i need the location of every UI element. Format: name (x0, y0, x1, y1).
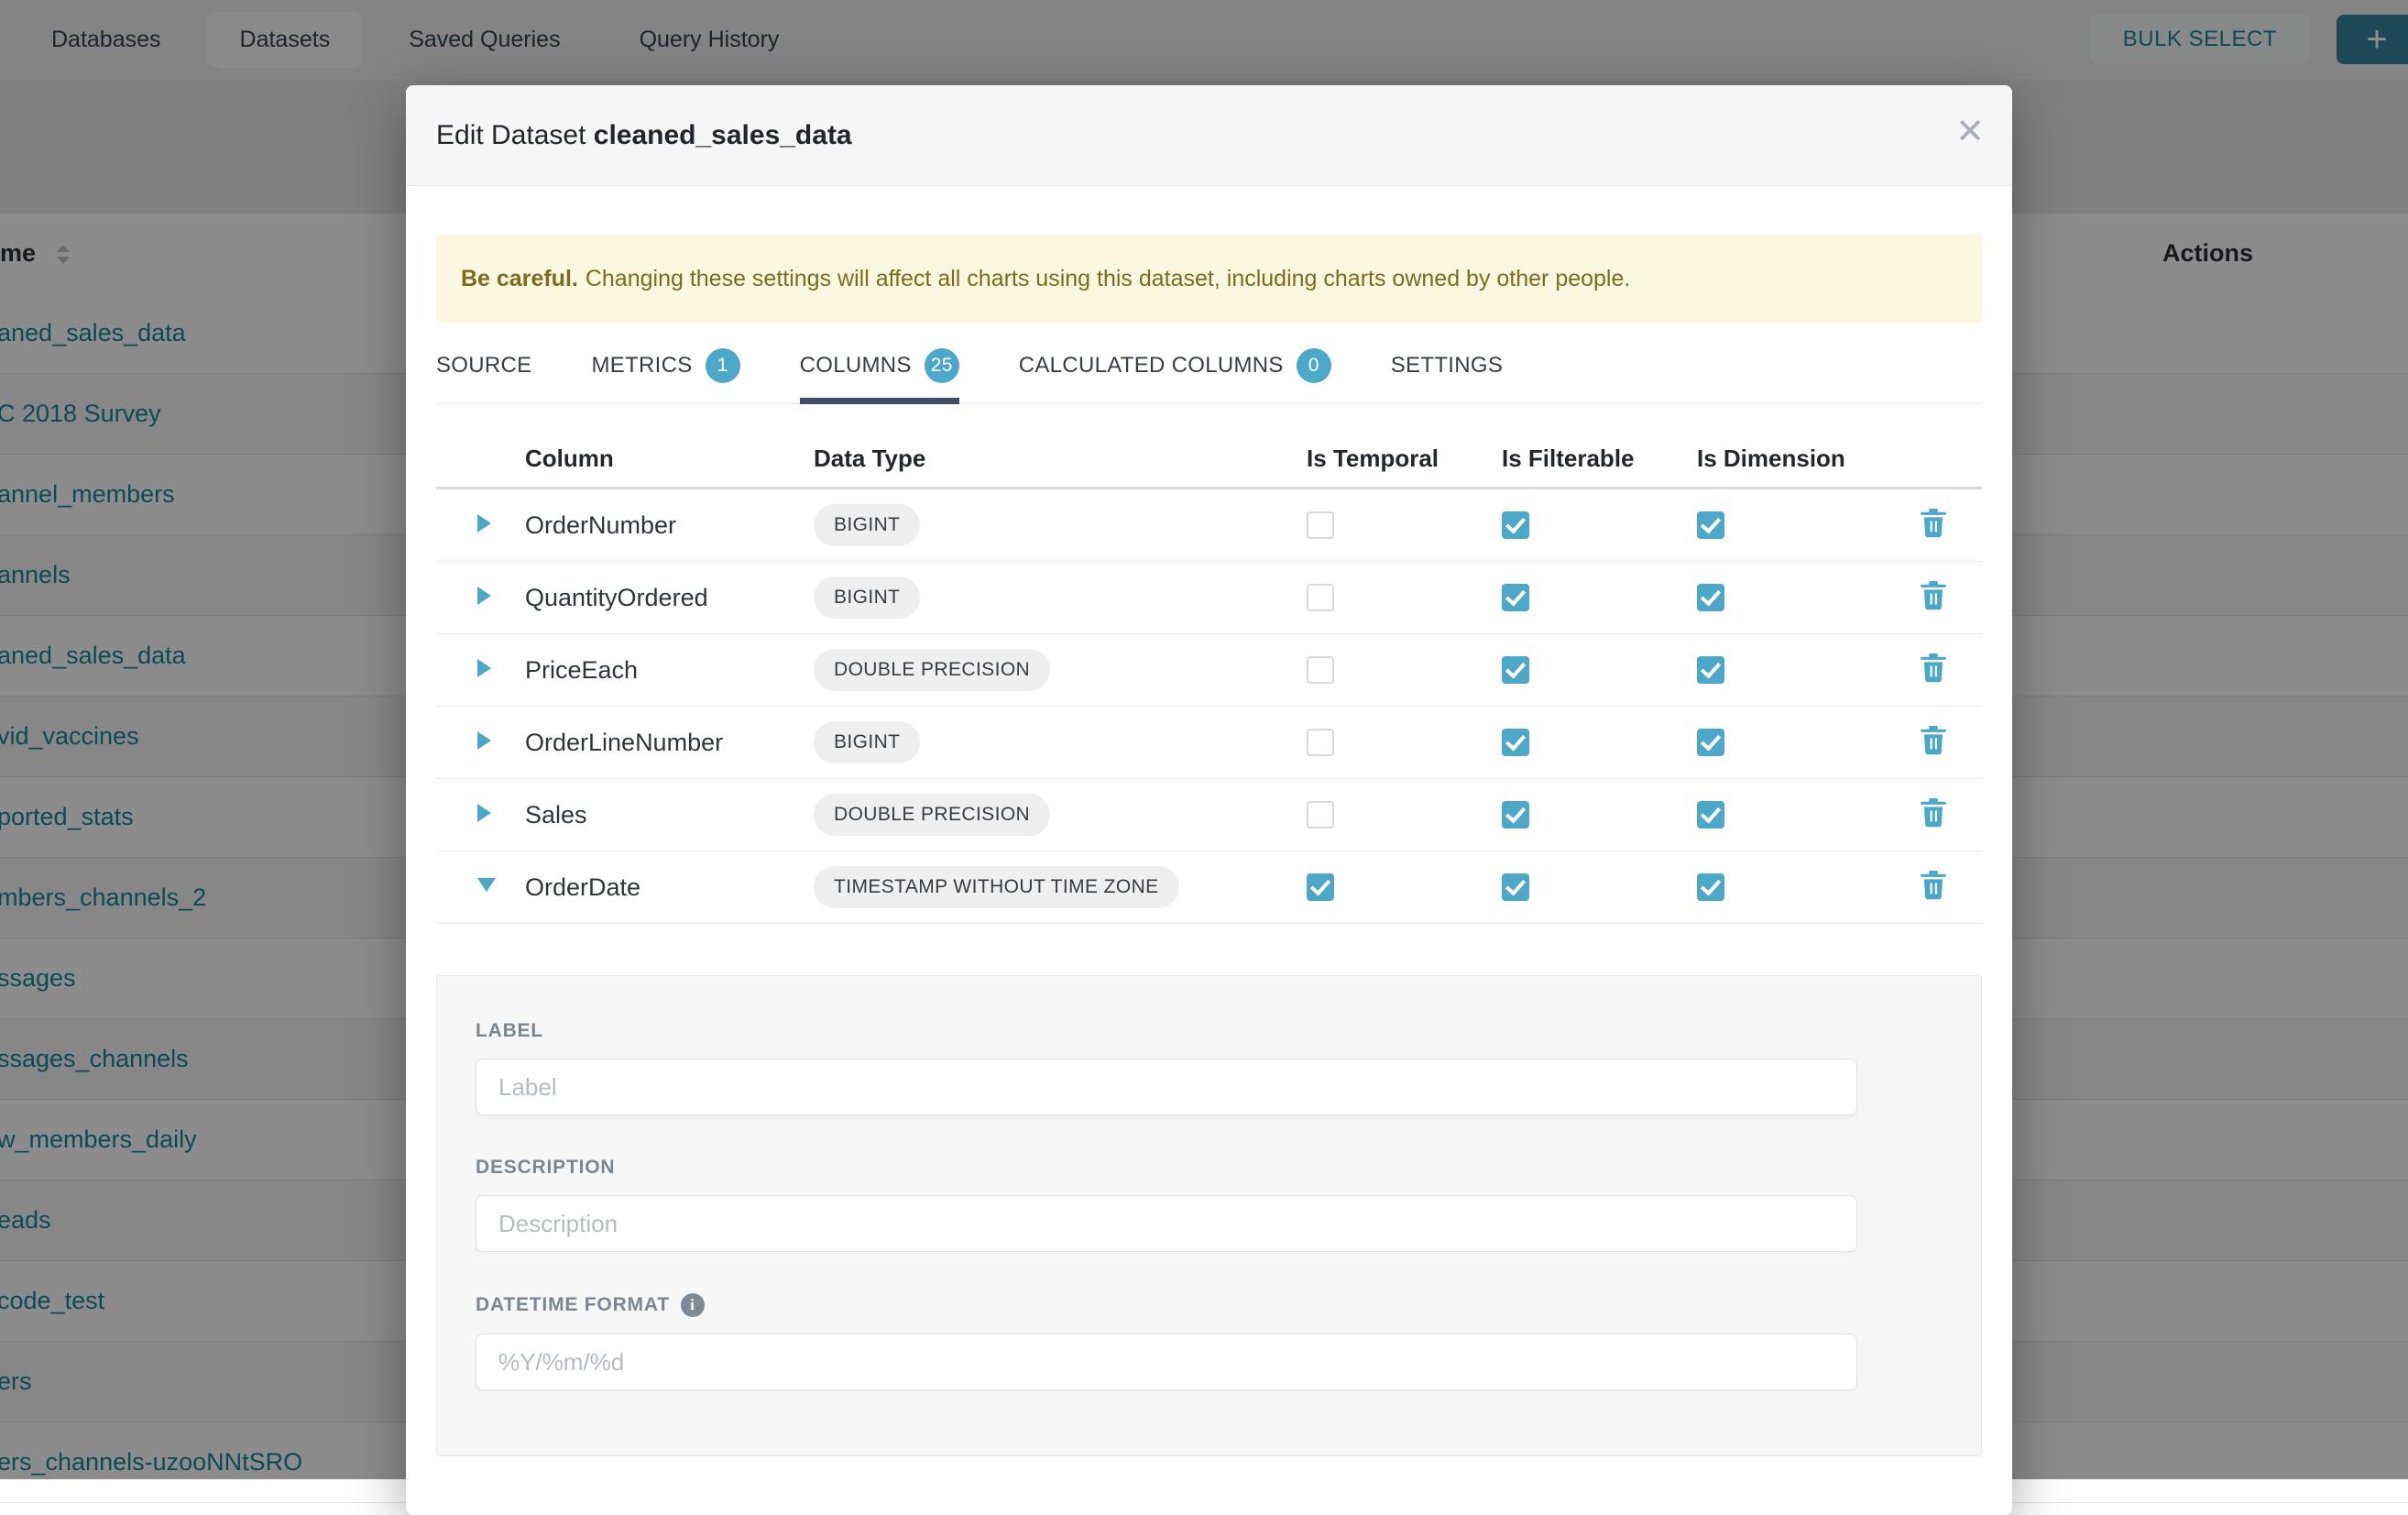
is-temporal-checkbox[interactable] (1307, 584, 1334, 611)
description-input[interactable] (476, 1195, 1857, 1252)
is-temporal-checkbox[interactable] (1307, 511, 1334, 539)
delete-column-icon[interactable] (1920, 598, 1947, 614)
is-filterable-checkbox[interactable] (1502, 729, 1529, 756)
is-temporal-checkbox[interactable] (1307, 801, 1334, 829)
datetime-format-field-label: DATETIME FORMAT i (476, 1293, 1943, 1317)
tab-label: SOURCE (436, 353, 531, 379)
columns-table-header: ColumnData TypeIs TemporalIs FilterableI… (436, 430, 1982, 489)
caret-right-icon[interactable] (477, 587, 491, 605)
columns-table: ColumnData TypeIs TemporalIs FilterableI… (436, 430, 1982, 924)
caret-right-icon[interactable] (477, 731, 491, 750)
is-dimension-checkbox[interactable] (1697, 656, 1724, 684)
caret-down-icon[interactable] (477, 878, 496, 892)
tab-columns[interactable]: COLUMNS 25 (800, 348, 959, 403)
caret-right-icon[interactable] (477, 804, 491, 822)
is-temporal-checkbox[interactable] (1307, 729, 1334, 756)
data-type-pill: DOUBLE PRECISION (814, 794, 1050, 836)
column-header-is-filterable: Is Filterable (1502, 445, 1697, 473)
is-dimension-checkbox[interactable] (1697, 511, 1724, 539)
warning-banner-bold: Be careful. (461, 266, 578, 292)
columns-table-rows: OrderNumber BIGINT QuantityOrdered BIGINT Pr… (436, 489, 1982, 924)
column-name: OrderDate (525, 873, 640, 901)
tab-metrics[interactable]: METRICS 1 (591, 348, 739, 403)
warning-banner-text: Changing these settings will affect all … (586, 266, 1631, 292)
is-filterable-checkbox[interactable] (1502, 801, 1529, 829)
tab-count-badge: 0 (1297, 348, 1331, 383)
modal-tabs: SOURCE METRICS 1 COLUMNS 25 CALCULATED COLUMN… (436, 348, 1982, 404)
column-name: QuantityOrdered (525, 584, 708, 611)
column-row-ordernumber: OrderNumber BIGINT (436, 489, 1982, 562)
label-input[interactable] (476, 1059, 1857, 1115)
is-dimension-checkbox[interactable] (1697, 873, 1724, 901)
caret-right-icon[interactable] (477, 514, 491, 532)
column-row-orderdate: OrderDate TIMESTAMP WITHOUT TIME ZONE (436, 851, 1982, 924)
is-filterable-checkbox[interactable] (1502, 584, 1529, 611)
close-icon[interactable]: ✕ (1955, 115, 1985, 149)
column-name: OrderLineNumber (525, 729, 723, 756)
tab-label: SETTINGS (1391, 353, 1503, 379)
delete-column-icon[interactable] (1920, 671, 1947, 686)
tab-label: METRICS (591, 353, 692, 379)
data-type-pill: BIGINT (814, 576, 920, 619)
warning-banner: Be careful. Changing these settings will… (436, 235, 1982, 323)
info-icon[interactable]: i (681, 1293, 705, 1317)
column-header-is-dimension: Is Dimension (1697, 445, 1920, 473)
is-dimension-checkbox[interactable] (1697, 801, 1724, 829)
column-row-sales: Sales DOUBLE PRECISION (436, 779, 1982, 851)
modal-title-dataset-name: cleaned_sales_data (594, 120, 852, 150)
is-temporal-checkbox[interactable] (1307, 873, 1334, 901)
is-filterable-checkbox[interactable] (1502, 873, 1529, 901)
description-field-label: DESCRIPTION (476, 1157, 1943, 1179)
label-field-label: LABEL (476, 1020, 1943, 1042)
column-name: Sales (525, 801, 587, 829)
modal-title-prefix: Edit Dataset (436, 120, 586, 150)
tab-label: COLUMNS (800, 353, 912, 379)
modal-body: Be careful. Changing these settings will… (406, 235, 2012, 1456)
column-detail-panel: LABEL DESCRIPTION DATETIME FORMAT i (436, 975, 1982, 1456)
column-header-column: Column (525, 445, 814, 473)
column-header-is-temporal: Is Temporal (1307, 445, 1502, 473)
delete-column-icon[interactable] (1920, 526, 1947, 542)
column-row-orderlinenumber: OrderLineNumber BIGINT (436, 707, 1982, 779)
data-type-pill: BIGINT (814, 721, 920, 763)
tab-count-badge: 25 (925, 348, 959, 383)
delete-column-icon[interactable] (1920, 816, 1947, 831)
delete-column-icon[interactable] (1920, 888, 1947, 904)
is-dimension-checkbox[interactable] (1697, 584, 1724, 611)
tab-settings[interactable]: SETTINGS (1391, 348, 1503, 403)
is-dimension-checkbox[interactable] (1697, 729, 1724, 756)
column-row-priceeach: PriceEach DOUBLE PRECISION (436, 634, 1982, 707)
modal-header: Edit Dataset cleaned_sales_data ✕ (406, 85, 2012, 186)
datetime-format-label-text: DATETIME FORMAT (476, 1294, 670, 1316)
datetime-format-input[interactable] (476, 1334, 1857, 1390)
data-type-pill: DOUBLE PRECISION (814, 649, 1050, 691)
is-filterable-checkbox[interactable] (1502, 511, 1529, 539)
column-row-quantityordered: QuantityOrdered BIGINT (436, 562, 1982, 634)
is-filterable-checkbox[interactable] (1502, 656, 1529, 684)
tab-calculated-columns[interactable]: CALCULATED COLUMNS 0 (1019, 348, 1331, 403)
tab-label: CALCULATED COLUMNS (1019, 353, 1284, 379)
tab-count-badge: 1 (706, 348, 740, 383)
caret-right-icon[interactable] (477, 659, 491, 677)
delete-column-icon[interactable] (1920, 743, 1947, 759)
column-name: OrderNumber (525, 511, 676, 539)
data-type-pill: TIMESTAMP WITHOUT TIME ZONE (814, 866, 1179, 908)
data-type-pill: BIGINT (814, 504, 920, 546)
column-name: PriceEach (525, 656, 638, 684)
is-temporal-checkbox[interactable] (1307, 656, 1334, 684)
column-header-data-type: Data Type (814, 445, 1307, 473)
tab-source[interactable]: SOURCE (436, 348, 531, 403)
modal-title: Edit Dataset cleaned_sales_data (436, 120, 852, 151)
edit-dataset-modal: Edit Dataset cleaned_sales_data ✕ Be car… (406, 85, 2012, 1515)
